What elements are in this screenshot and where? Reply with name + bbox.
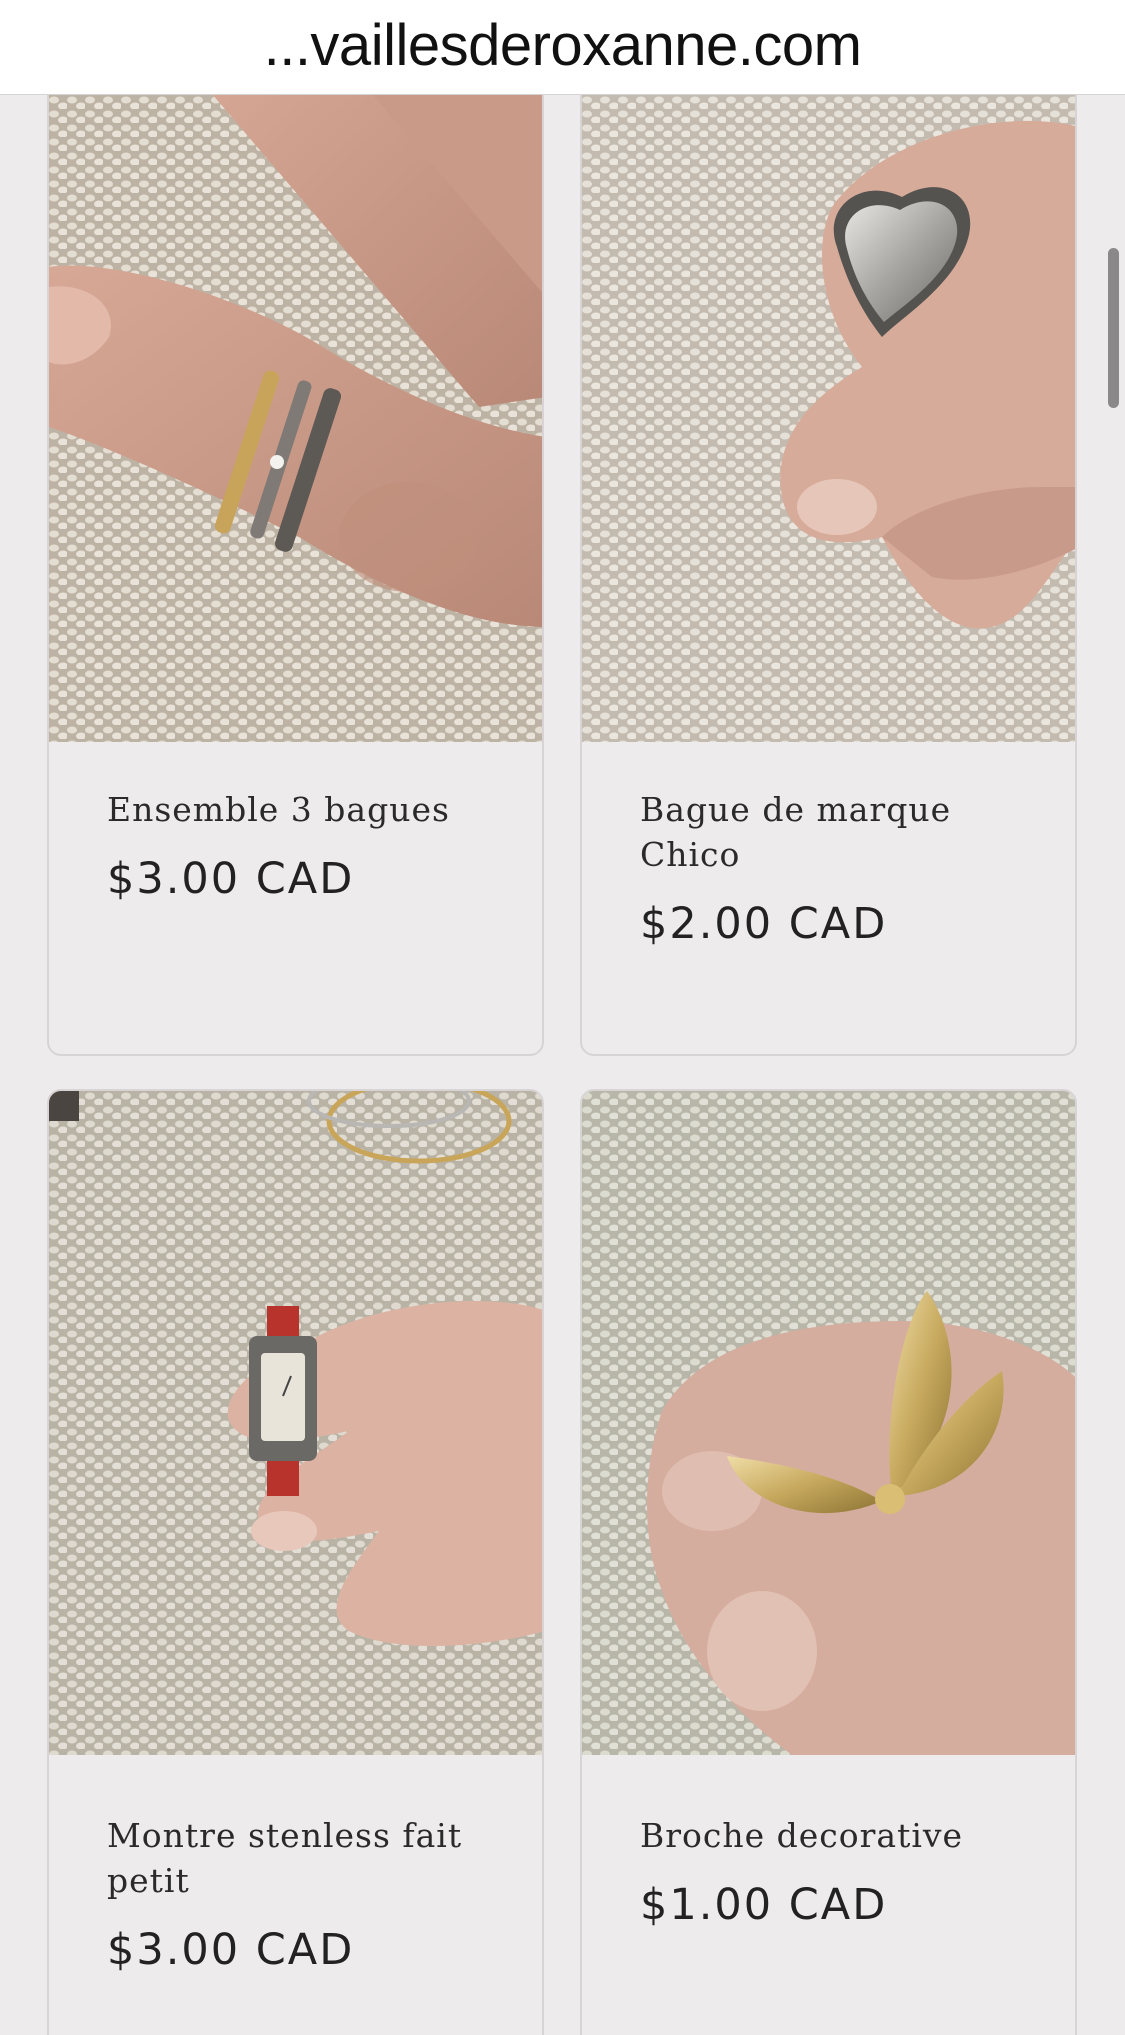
product-card[interactable]: Bague de marque Chico $2.00 CAD	[580, 95, 1077, 1056]
product-title[interactable]: Montre stenless fait petit	[107, 1813, 512, 1903]
product-title[interactable]: Ensemble 3 bagues	[107, 787, 512, 832]
watch-photo[interactable]	[49, 1091, 542, 1755]
page-scrollbar[interactable]	[1108, 248, 1119, 408]
product-title[interactable]: Broche decorative	[640, 1813, 1045, 1858]
url-text: ...vaillesderoxanne.com	[263, 13, 862, 78]
product-price: $3.00 CAD	[107, 854, 355, 904]
product-price: $1.00 CAD	[640, 1880, 888, 1930]
product-card[interactable]: Broche decorative $1.00 CAD	[580, 1089, 1077, 2035]
product-price: $3.00 CAD	[107, 1925, 355, 1975]
product-price: $2.00 CAD	[640, 899, 888, 949]
product-grid: Ensemble 3 bagues $3.00 CAD Bague de mar…	[0, 95, 1125, 2035]
url-bar[interactable]: ...vaillesderoxanne.com	[0, 0, 1125, 95]
product-card[interactable]: Ensemble 3 bagues $3.00 CAD	[47, 95, 544, 1056]
rings-photo[interactable]	[49, 95, 542, 742]
product-title[interactable]: Bague de marque Chico	[640, 787, 1045, 877]
product-card[interactable]: Montre stenless fait petit $3.00 CAD	[47, 1089, 544, 2035]
heart-ring-photo[interactable]	[582, 95, 1075, 742]
brooch-photo[interactable]	[582, 1091, 1075, 1755]
